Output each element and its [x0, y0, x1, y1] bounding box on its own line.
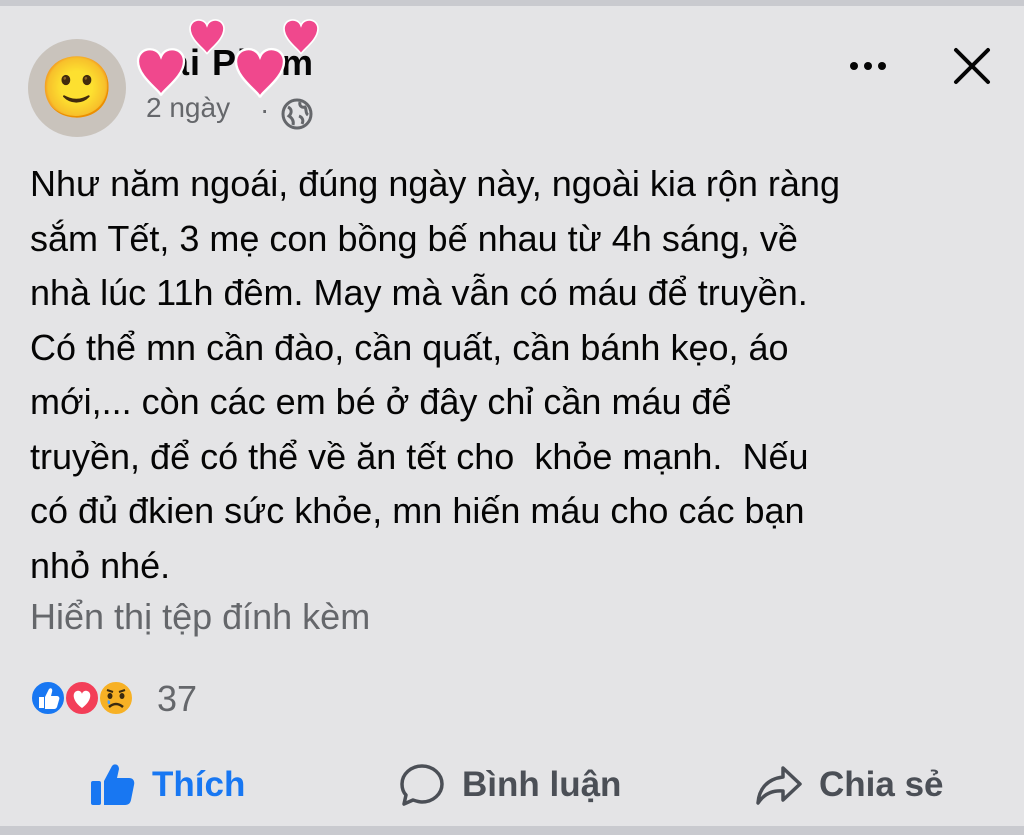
close-icon[interactable] — [950, 44, 994, 88]
globe-icon — [281, 98, 313, 130]
sad-reaction-icon — [98, 680, 134, 716]
reactions-summary[interactable]: 37 — [30, 676, 250, 719]
post-timestamp[interactable]: 2 ngày — [146, 92, 230, 124]
post-card: 🙂 Lai Pham 2 ngày · Như năm ngoái, đúng … — [0, 6, 1024, 826]
comment-icon — [400, 764, 444, 806]
comment-button[interactable]: Bình luận — [398, 756, 621, 814]
thumbs-up-icon — [91, 764, 135, 805]
action-bar: Thích Bình luận Chia sẻ — [0, 756, 1024, 814]
author-name[interactable]: Lai Pham — [146, 42, 314, 84]
share-label: Chia sẻ — [819, 765, 944, 804]
comment-label: Bình luận — [462, 765, 622, 804]
like-reaction-icon — [30, 680, 66, 716]
like-button[interactable]: Thích — [88, 756, 245, 814]
reaction-count: 37 — [157, 678, 198, 719]
reaction-icons-group — [30, 680, 134, 716]
avatar[interactable]: 🙂 — [28, 39, 126, 137]
separator-dot: · — [260, 94, 270, 125]
like-label: Thích — [152, 765, 246, 804]
bottom-edge — [0, 826, 1024, 835]
post-body-text: Như năm ngoái, đúng ngày này, ngoài kia … — [30, 163, 840, 586]
share-button[interactable]: Chia sẻ — [755, 756, 944, 814]
love-reaction-icon — [64, 680, 100, 716]
show-attachment-link[interactable]: Hiển thị tệp đính kèm — [30, 596, 370, 638]
more-options-icon[interactable] — [844, 46, 892, 86]
smiley-sticker-icon: 🙂 — [39, 54, 115, 121]
share-icon — [756, 766, 802, 805]
